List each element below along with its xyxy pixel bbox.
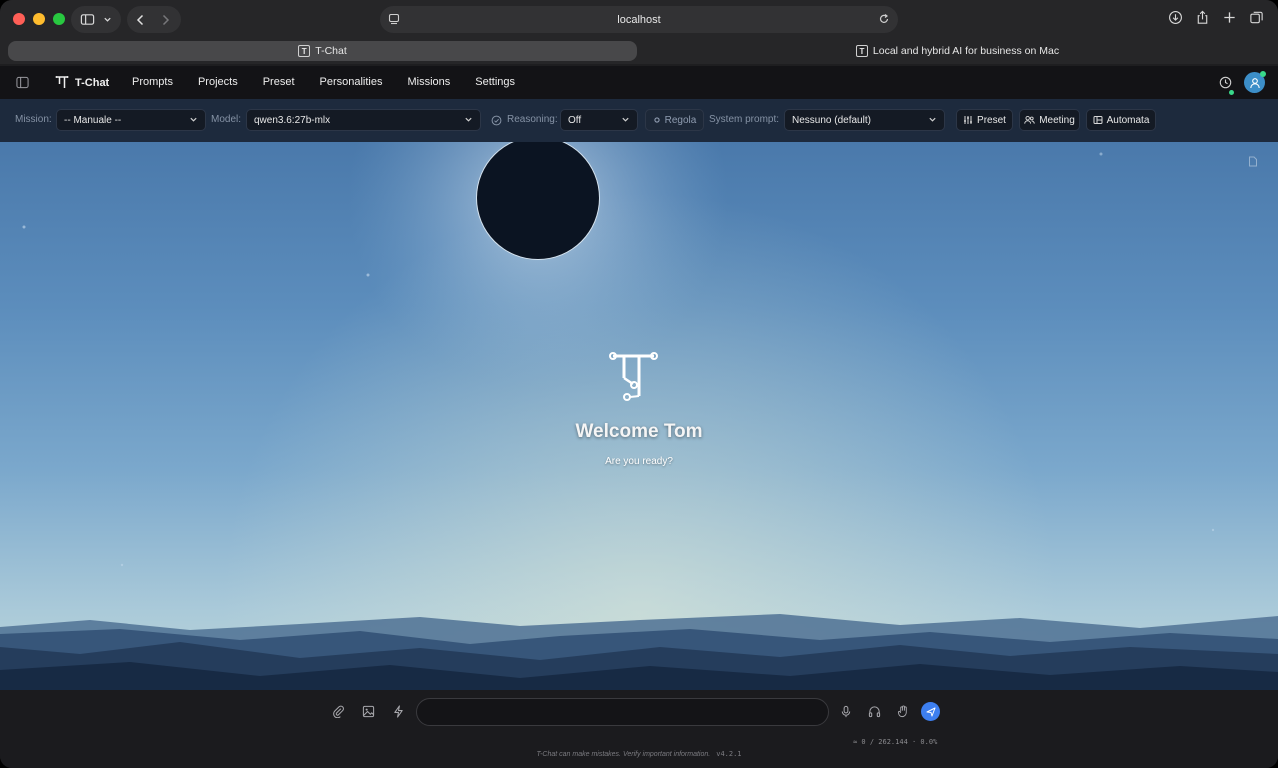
eclipse-disc: [477, 142, 599, 259]
chevron-down-icon: [465, 117, 472, 122]
app-nav-links: Prompts Projects Preset Personalities Mi…: [132, 76, 540, 88]
tab-label: Local and hybrid AI for business on Mac: [872, 45, 1060, 57]
model-select[interactable]: qwen3.6:27b-mlx: [246, 109, 481, 131]
document-icon[interactable]: [1248, 156, 1258, 167]
status-dot: [1229, 90, 1234, 95]
system-prompt-select[interactable]: Nessuno (default): [784, 109, 945, 131]
welcome-subtitle: Are you ready?: [605, 456, 673, 467]
browser-window: localhost T T-Chat T Local and hybrid AI…: [0, 0, 1278, 768]
eclipse-landscape-illustration: [0, 142, 1278, 690]
attach-icon[interactable]: [332, 705, 345, 718]
new-tab-icon[interactable]: [1222, 10, 1237, 25]
users-icon: [1024, 115, 1035, 124]
browser-tab-bar: T T-Chat T Local and hybrid AI for busin…: [0, 38, 1278, 64]
token-counter: ≈ 0 / 262.144 · 0.0%: [853, 738, 938, 746]
nav-prompts[interactable]: Prompts: [132, 76, 173, 88]
history-button[interactable]: [1219, 76, 1234, 95]
nav-preset[interactable]: Preset: [263, 76, 295, 88]
nav-projects[interactable]: Projects: [198, 76, 238, 88]
message-input[interactable]: [417, 699, 828, 725]
tchat-favicon-icon: T: [298, 45, 311, 57]
online-indicator: [1260, 71, 1266, 77]
chevron-down-icon: [929, 117, 936, 122]
nav-personalities[interactable]: Personalities: [320, 76, 383, 88]
tab-label: T-Chat: [315, 45, 347, 57]
layout-icon: [1093, 116, 1103, 124]
model-value: qwen3.6:27b-mlx: [254, 114, 331, 126]
user-icon: [1249, 77, 1260, 88]
window-minimize-button[interactable]: [33, 13, 45, 25]
version-label: v4.2.1: [716, 750, 742, 758]
address-bar[interactable]: localhost: [380, 6, 898, 33]
image-icon[interactable]: [362, 705, 375, 718]
disclaimer: T-Chat can make mistakes. Verify importa…: [0, 750, 1278, 758]
tchat-favicon-icon: T: [855, 45, 868, 57]
hand-icon[interactable]: [897, 705, 910, 718]
forward-icon[interactable]: [160, 14, 171, 26]
reasoning-check-icon: [491, 115, 502, 126]
window-close-button[interactable]: [13, 13, 25, 25]
composer-area: ≈ 0 / 262.144 · 0.0% T-Chat can make mis…: [0, 690, 1278, 768]
message-input-wrapper: [416, 698, 829, 726]
tab-tchat[interactable]: T T-Chat: [8, 41, 637, 61]
page-menu-icon[interactable]: [388, 13, 400, 25]
headphones-icon[interactable]: [868, 705, 881, 718]
welcome-hero: Welcome Tom Are you ready?: [0, 142, 1278, 690]
microphone-icon[interactable]: [840, 705, 852, 718]
chevron-down-icon: [622, 117, 629, 122]
sliders-icon: [964, 116, 973, 124]
chevron-down-icon: [190, 117, 197, 122]
tab-overview-icon[interactable]: [1249, 10, 1264, 25]
chat-toolbar: Mission: -- Manuale -- Model: qwen3.6:27…: [0, 99, 1278, 142]
back-icon[interactable]: [135, 14, 146, 26]
regola-label: Regola: [664, 114, 697, 126]
sidebar-icon: [80, 14, 95, 25]
share-icon[interactable]: [1195, 10, 1210, 25]
avatar[interactable]: [1244, 71, 1266, 93]
browser-nav-buttons: [127, 6, 181, 33]
address-text: localhost: [617, 13, 661, 26]
app-nav-bar: T-Chat Prompts Projects Preset Personali…: [0, 66, 1278, 99]
reasoning-value: Off: [568, 114, 582, 126]
meeting-button[interactable]: Meeting: [1019, 109, 1080, 131]
browser-titlebar: localhost: [0, 0, 1278, 38]
window-zoom-button[interactable]: [53, 13, 65, 25]
meeting-button-label: Meeting: [1039, 114, 1075, 126]
disclaimer-text: T-Chat can make mistakes. Verify importa…: [536, 751, 711, 758]
browser-tools: [1168, 10, 1264, 25]
system-prompt-value: Nessuno (default): [792, 114, 871, 126]
chevron-down-icon: [104, 17, 111, 22]
automata-button-label: Automata: [1106, 114, 1150, 126]
browser-sidebar-toggle[interactable]: [71, 6, 121, 33]
mission-select[interactable]: -- Manuale --: [56, 109, 206, 131]
reload-icon[interactable]: [878, 13, 890, 25]
app-brand[interactable]: T-Chat: [55, 75, 109, 90]
gear-icon: [654, 117, 660, 123]
send-button[interactable]: [921, 702, 940, 721]
lightning-icon[interactable]: [392, 705, 405, 718]
preset-button-label: Preset: [977, 114, 1006, 126]
tchat-logo-icon: [55, 76, 69, 88]
tab-local-hybrid-ai[interactable]: T Local and hybrid AI for business on Ma…: [645, 41, 1270, 61]
regola-button[interactable]: Regola: [645, 109, 704, 131]
clock-icon: [1219, 76, 1232, 89]
model-label: Model:: [211, 114, 242, 125]
reasoning-select[interactable]: Off: [560, 109, 638, 131]
preset-button[interactable]: Preset: [956, 109, 1013, 131]
mission-label: Mission:: [15, 114, 52, 125]
send-icon: [926, 707, 935, 716]
tchat-large-logo-icon: [609, 352, 658, 401]
mission-value: -- Manuale --: [64, 114, 122, 126]
panel-toggle-icon[interactable]: [16, 76, 29, 89]
nav-settings[interactable]: Settings: [475, 76, 515, 88]
automata-button[interactable]: Automata: [1086, 109, 1156, 131]
app-brand-label: T-Chat: [75, 76, 110, 89]
downloads-icon[interactable]: [1168, 10, 1183, 25]
system-prompt-label: System prompt:: [709, 114, 780, 125]
nav-missions[interactable]: Missions: [408, 76, 451, 88]
reasoning-label: Reasoning:: [507, 114, 558, 125]
welcome-heading: Welcome Tom: [575, 421, 703, 442]
